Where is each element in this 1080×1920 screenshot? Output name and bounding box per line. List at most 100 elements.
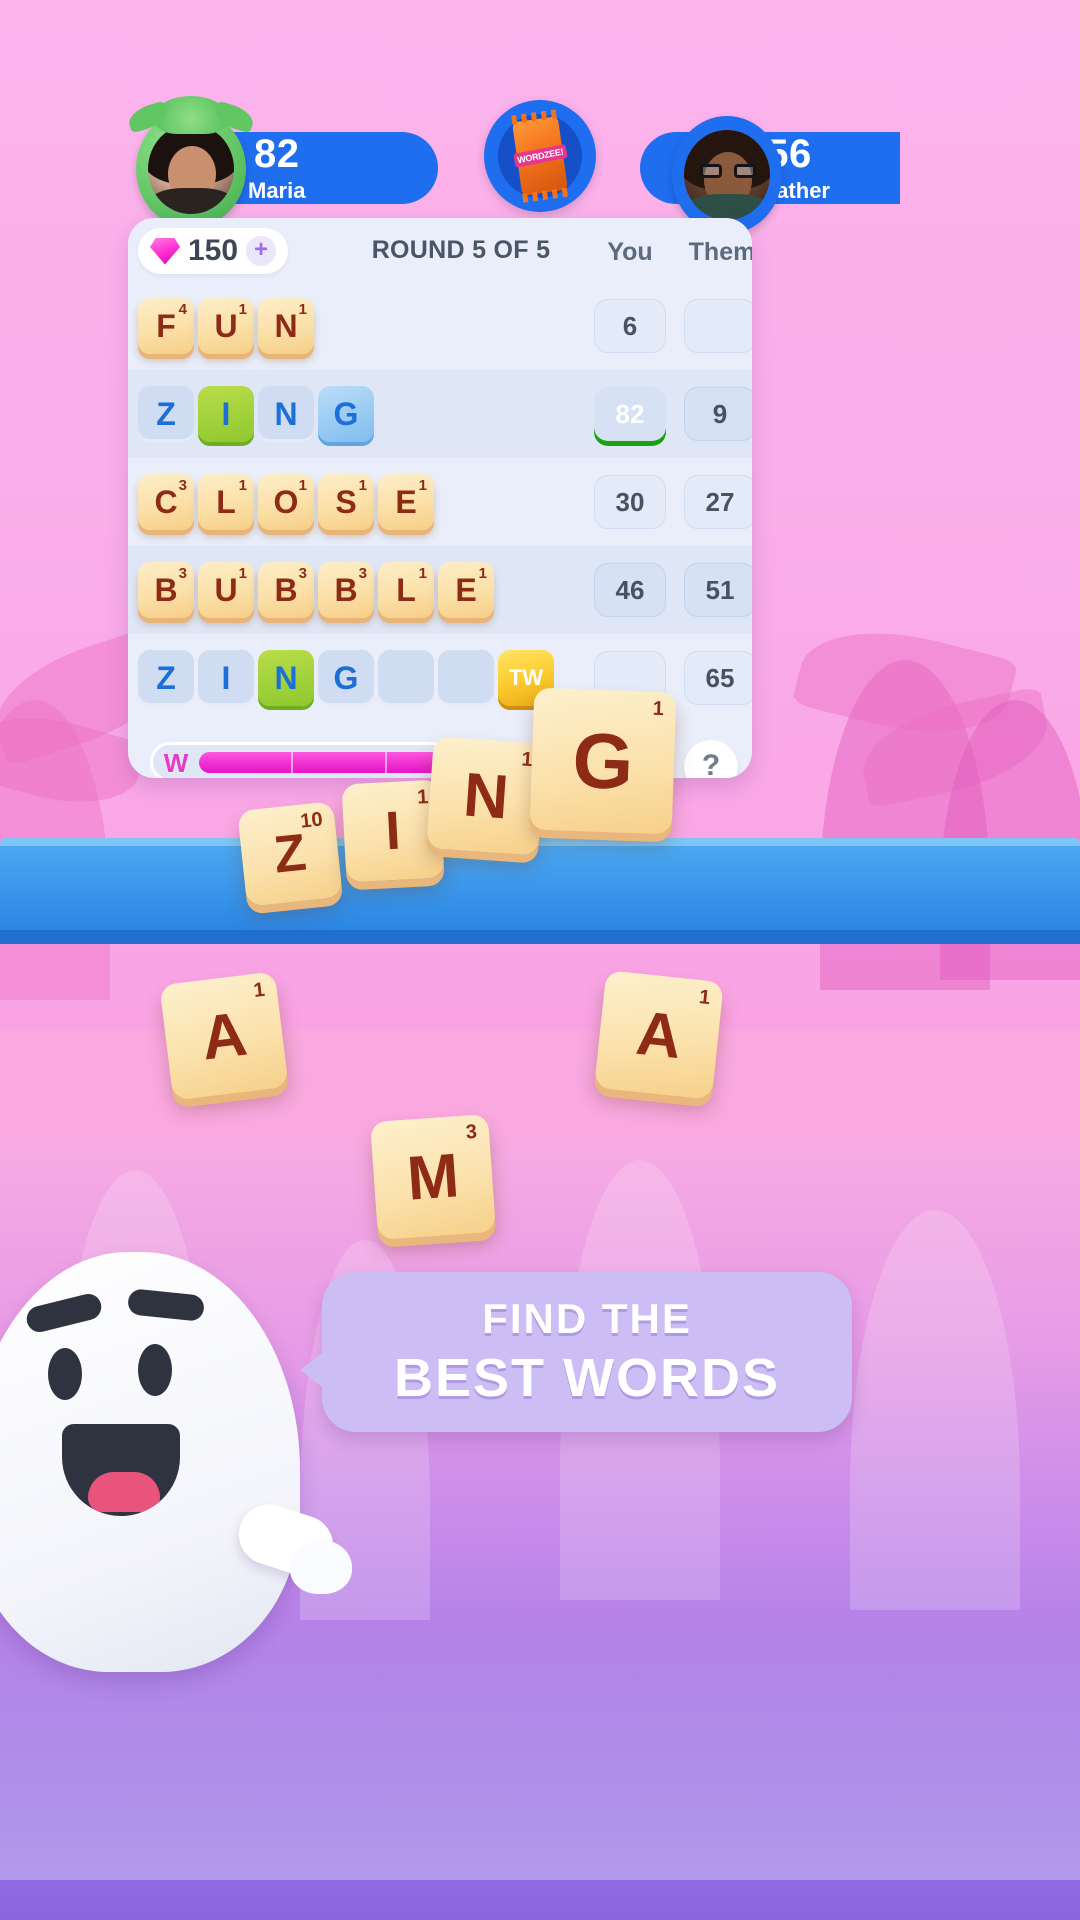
shoulders-shape <box>150 188 234 214</box>
progress-badge-letter: W <box>163 748 189 778</box>
word-row[interactable]: B 3 U 1 B 3 B 3 L 1 E 1 46 51 <box>128 546 752 634</box>
letter-tile[interactable]: Z <box>138 650 194 706</box>
falling-letter-tile[interactable]: Z 10 <box>237 801 343 907</box>
letter-tile[interactable]: E1 <box>438 562 494 618</box>
tile-points: 1 <box>418 477 427 494</box>
letter-tile[interactable]: Z <box>138 386 194 442</box>
word-row[interactable]: C 3 L 1 O 1 S 1 E 1 30 27 <box>128 458 752 546</box>
letter-tile[interactable]: O1 <box>258 474 314 530</box>
tile-points: 3 <box>178 477 187 494</box>
score-cell-you: 6 <box>594 299 666 353</box>
tile-letter: N <box>274 659 298 696</box>
letter-tile[interactable]: B3 <box>138 562 194 618</box>
score-cell-them: 9 <box>684 387 752 441</box>
gem-count: 150 <box>188 234 239 267</box>
tile-letter: B <box>154 571 178 608</box>
letter-tile[interactable]: F4 <box>138 298 194 354</box>
tile-letter: I <box>221 395 231 432</box>
scattered-letter-tile[interactable]: M3 <box>370 1114 496 1240</box>
letter-tile[interactable]: I <box>198 386 254 442</box>
word-row[interactable]: Z I N G 82 9 <box>128 370 752 458</box>
letter-tile[interactable]: U1 <box>198 298 254 354</box>
letter-tile[interactable] <box>378 650 434 706</box>
letter-tile[interactable]: G <box>318 650 374 706</box>
rack-band-edge <box>0 930 1080 944</box>
score-cell-them <box>684 299 752 353</box>
letter-tile[interactable]: L1 <box>378 562 434 618</box>
mascot-tongue <box>88 1472 160 1512</box>
avatar-right[interactable] <box>672 116 782 234</box>
letter-tile[interactable]: G <box>318 386 374 442</box>
tile-letter: B <box>274 571 298 608</box>
avatar-left[interactable] <box>136 96 246 228</box>
tile-letter: N <box>461 760 511 832</box>
tile-points: 1 <box>238 477 247 494</box>
falling-letter-tile[interactable]: G1 <box>529 687 677 835</box>
tile-points: 1 <box>298 301 307 318</box>
tile-letter: G <box>571 715 635 806</box>
glasses-icon <box>700 164 756 178</box>
letter-tile[interactable]: C3 <box>138 474 194 530</box>
letter-tile[interactable]: U1 <box>198 562 254 618</box>
tile-points: 1 <box>238 301 247 318</box>
score-cell-them: 51 <box>684 563 752 617</box>
tile-points: 4 <box>178 301 187 318</box>
scattered-letter-tile[interactable]: A1 <box>594 970 724 1100</box>
gem-icon <box>150 237 180 265</box>
header-scoreboard: 82 Maria WORDZEE! 56 Heather <box>0 0 1080 250</box>
letter-tile[interactable]: N <box>258 650 314 706</box>
speech-bubble: FIND THE BEST WORDS <box>300 1272 852 1432</box>
letter-tile[interactable]: B3 <box>318 562 374 618</box>
letter-tile[interactable]: E1 <box>378 474 434 530</box>
tile-points: 10 <box>299 808 324 833</box>
board-header: 150 + ROUND 5 OF 5 You Them <box>128 218 752 282</box>
tile-points: 3 <box>358 565 367 582</box>
gem-counter[interactable]: 150 + <box>138 228 288 274</box>
letter-tile[interactable]: L1 <box>198 474 254 530</box>
tile-group: F4U1N1 <box>138 298 314 354</box>
letter-tile[interactable]: I <box>198 650 254 706</box>
tile-group: Z I N G TW <box>138 650 554 706</box>
letter-tile[interactable] <box>438 650 494 706</box>
tile-letter: TW <box>508 665 544 690</box>
letter-tile[interactable]: N <box>258 386 314 442</box>
mascot-hand <box>290 1540 352 1594</box>
tile-group: C3L1O1S1E1 <box>138 474 434 530</box>
speech-bubble-line2: BEST WORDS <box>393 1348 780 1408</box>
score-cell-them: 27 <box>684 475 752 529</box>
round-label: ROUND 5 OF 5 <box>371 236 551 264</box>
tile-letter: I <box>221 659 231 696</box>
gem-add-button[interactable]: + <box>246 236 277 266</box>
tile-points: 1 <box>697 986 712 1010</box>
tile-letter: E <box>395 483 417 520</box>
tile-points: 1 <box>252 978 267 1002</box>
word-row[interactable]: F4U1N16 <box>128 282 752 370</box>
mascot-eye-right <box>138 1344 172 1396</box>
tile-letter: O <box>273 483 299 520</box>
candy-wrapper-icon: WORDZEE! <box>512 116 568 196</box>
candy-badge-inner: WORDZEE! <box>498 114 582 198</box>
mascot-eye-left <box>48 1348 82 1400</box>
tile-points: 1 <box>652 697 665 721</box>
tile-letter: Z <box>156 395 176 432</box>
tile-letter: L <box>396 571 416 608</box>
falling-letter-tile[interactable]: N1 <box>426 736 546 856</box>
score-cell-you: 82 <box>594 387 666 441</box>
shoulders-shape <box>686 194 770 220</box>
tile-letter: N <box>274 307 298 344</box>
tile-letter: G <box>333 659 359 696</box>
tile-points: 1 <box>418 565 427 582</box>
tile-letter: M <box>404 1140 462 1214</box>
tile-letter: C <box>154 483 178 520</box>
tile-points: 1 <box>358 477 367 494</box>
candy-bonus-badge[interactable]: WORDZEE! <box>484 100 596 212</box>
tile-letter: G <box>333 395 359 432</box>
scattered-letter-tile[interactable]: A1 <box>159 971 289 1101</box>
letter-tile[interactable]: B3 <box>258 562 314 618</box>
letter-tile[interactable]: N1 <box>258 298 314 354</box>
speech-bubble-line1: FIND THE <box>482 1295 692 1342</box>
score-cell-you: 46 <box>594 563 666 617</box>
column-header-you: You <box>607 238 653 266</box>
letter-tile[interactable]: S1 <box>318 474 374 530</box>
column-header-them: Them <box>688 238 752 266</box>
